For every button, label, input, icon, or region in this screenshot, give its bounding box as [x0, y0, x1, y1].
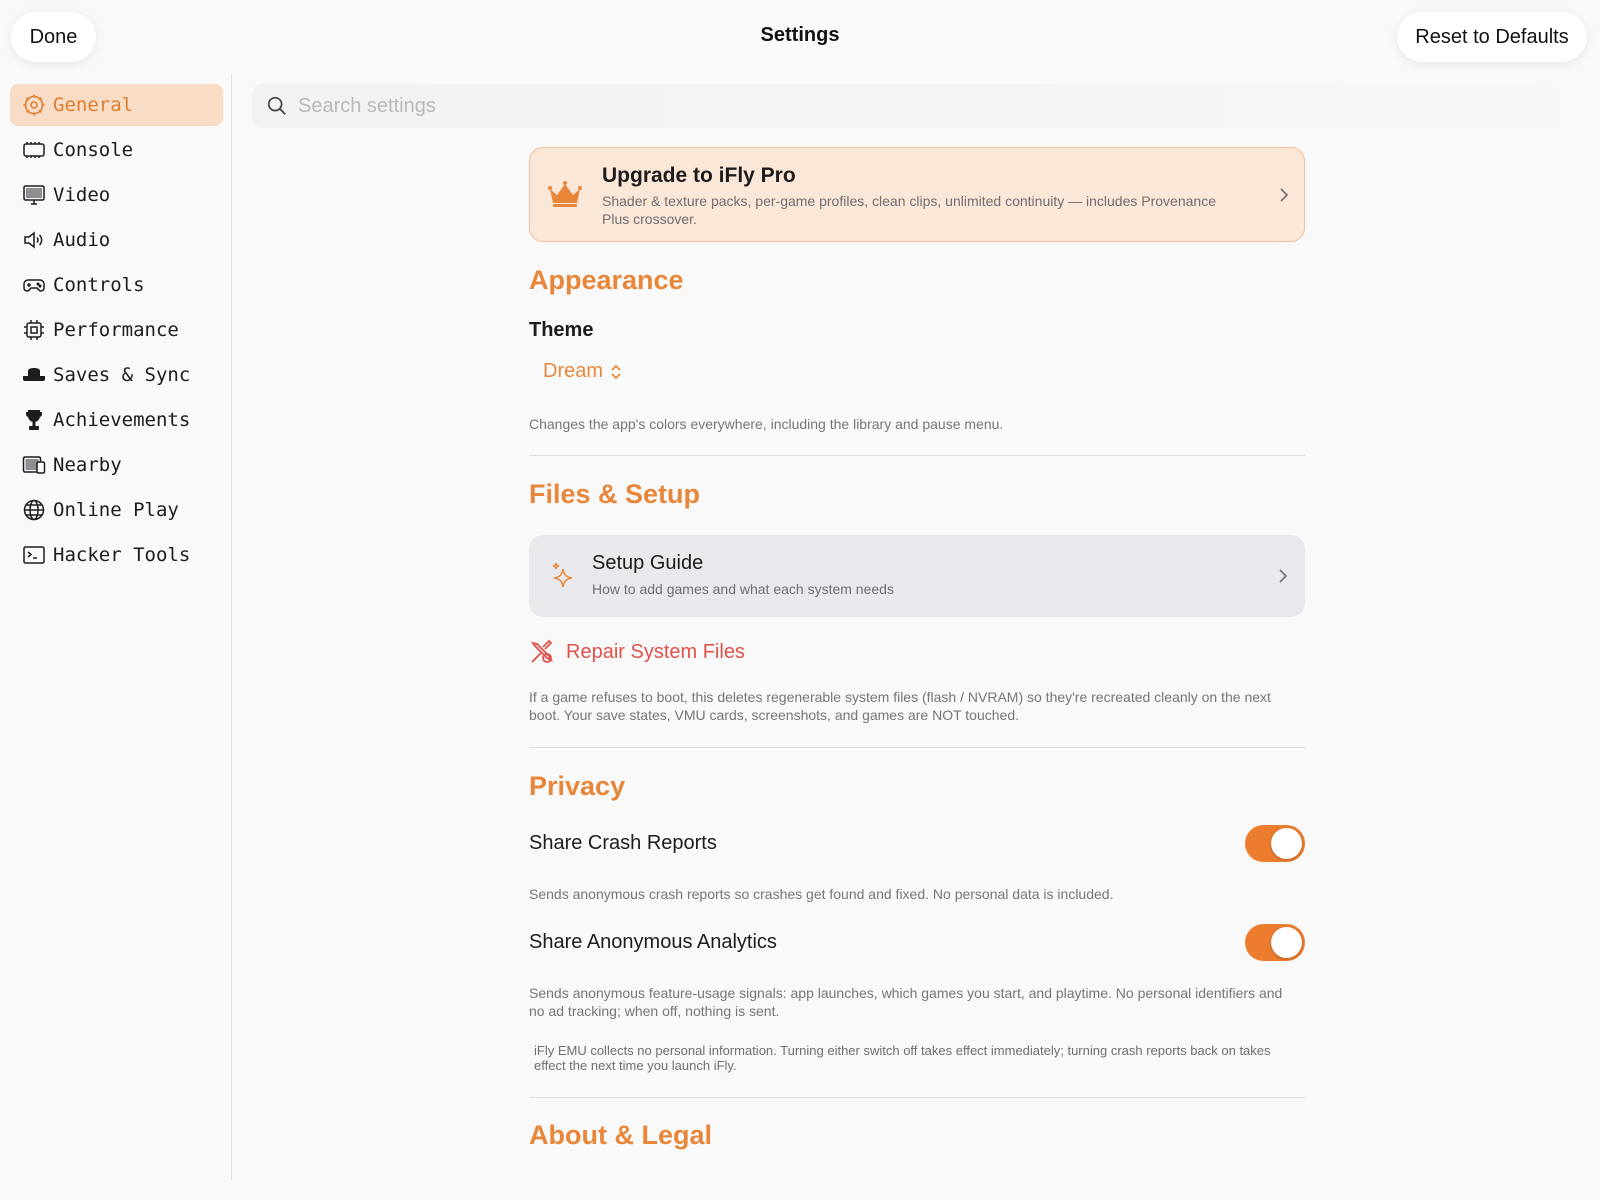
- sidebar-item-label: Online Play: [53, 499, 179, 521]
- sparkles-icon: [552, 562, 573, 588]
- sidebar-item-label: Performance: [53, 319, 179, 341]
- section-title-appearance: Appearance: [529, 265, 684, 295]
- divider: [529, 455, 1305, 456]
- theme-label: Theme: [529, 319, 594, 341]
- section-title-privacy: Privacy: [529, 771, 626, 801]
- crash-reports-toggle[interactable]: [1245, 825, 1305, 862]
- crown-icon: [548, 181, 582, 207]
- sidebar-item-label: General: [53, 94, 134, 116]
- sidebar-item-performance[interactable]: Performance: [10, 309, 223, 351]
- crash-reports-caption: Sends anonymous crash reports so crashes…: [529, 886, 1114, 902]
- sidebar-item-label: Audio: [53, 229, 111, 251]
- sidebar-item-console[interactable]: Console: [10, 129, 223, 171]
- analytics-toggle[interactable]: [1245, 924, 1305, 961]
- wrench-screwdriver-icon: [530, 639, 554, 663]
- sidebar-item-online-play[interactable]: Online Play: [10, 489, 223, 531]
- page-title: Settings: [760, 24, 840, 46]
- sidebar-item-label: Nearby: [53, 454, 122, 476]
- section-title-files-setup: Files & Setup: [529, 479, 701, 509]
- gamepad-icon: [21, 272, 47, 298]
- sidebar-item-controls[interactable]: Controls: [10, 264, 223, 306]
- search-input[interactable]: [298, 94, 1498, 118]
- repair-label: Repair System Files: [566, 640, 745, 663]
- divider: [529, 747, 1305, 748]
- sidebar-item-label: Video: [53, 184, 111, 206]
- divider: [529, 1097, 1305, 1098]
- upgrade-title: Upgrade to iFly Pro: [602, 164, 796, 187]
- theme-value: Dream: [543, 360, 604, 382]
- sidebar-item-hacker-tools[interactable]: Hacker Tools: [10, 534, 223, 576]
- privacy-footer-note: iFly EMU collects no personal informatio…: [534, 1043, 1271, 1073]
- sidebar-item-label: Achievements: [53, 409, 191, 431]
- analytics-caption: Sends anonymous feature-usage signals: a…: [529, 985, 1283, 1019]
- search-bar: [252, 84, 1582, 128]
- analytics-label: Share Anonymous Analytics: [529, 931, 777, 953]
- sidebar-item-general[interactable]: General: [10, 84, 223, 126]
- search-icon: [267, 96, 286, 115]
- speaker-icon: [21, 227, 47, 253]
- globe-icon: [21, 497, 47, 523]
- repair-system-files-button[interactable]: Repair System Files: [529, 639, 745, 665]
- sidebar-item-label: Hacker Tools: [53, 544, 191, 566]
- setup-guide-subtitle: How to add games and what each system ne…: [592, 581, 894, 597]
- settings-window: Done Settings Reset to Defaults General …: [0, 0, 1600, 1200]
- setup-guide-title: Setup Guide: [592, 552, 704, 574]
- sidebar-item-nearby[interactable]: Nearby: [10, 444, 223, 486]
- chevron-right-icon: [1279, 569, 1288, 583]
- chevron-right-icon: [1280, 188, 1289, 202]
- sidebar-item-audio[interactable]: Audio: [10, 219, 223, 261]
- sidebar-item-label: Controls: [53, 274, 145, 296]
- console-icon: [21, 137, 47, 163]
- crash-reports-label: Share Crash Reports: [529, 832, 717, 854]
- trophy-icon: [21, 407, 47, 433]
- theme-picker[interactable]: Dream: [543, 360, 623, 383]
- setup-guide-card[interactable]: Setup Guide How to add games and what ea…: [529, 535, 1305, 617]
- toggle-knob: [1271, 828, 1302, 859]
- section-title-about-legal: About & Legal: [529, 1120, 712, 1150]
- sidebar-item-achievements[interactable]: Achievements: [10, 399, 223, 441]
- upgrade-pro-banner[interactable]: Upgrade to iFly Pro Shader & texture pac…: [529, 147, 1305, 242]
- upgrade-description: Shader & texture packs, per-game profile…: [602, 193, 1216, 227]
- sidebar-item-label: Saves & Sync: [53, 364, 191, 386]
- theme-caption: Changes the app's colors everywhere, inc…: [529, 416, 1004, 432]
- sidebar-item-saves-sync[interactable]: Saves & Sync: [10, 354, 223, 396]
- reset-to-defaults-button[interactable]: Reset to Defaults: [1397, 12, 1587, 62]
- gear-icon: [21, 92, 47, 118]
- chevron-up-down-icon: [611, 364, 621, 379]
- toggle-knob: [1271, 927, 1302, 958]
- analytics-row: Share Anonymous Analytics: [529, 924, 1305, 962]
- repair-caption: If a game refuses to boot, this deletes …: [529, 689, 1271, 723]
- terminal-icon: [21, 542, 47, 568]
- devices-icon: [21, 452, 47, 478]
- top-bar: Done Settings Reset to Defaults: [0, 0, 1600, 74]
- cpu-icon: [21, 317, 47, 343]
- hat-icon: [21, 362, 47, 388]
- monitor-icon: [21, 182, 47, 208]
- sidebar-item-video[interactable]: Video: [10, 174, 223, 216]
- sidebar-item-label: Console: [53, 139, 134, 161]
- sidebar: General Console Video Audio Controls Per…: [0, 74, 232, 1180]
- crash-reports-row: Share Crash Reports: [529, 825, 1305, 863]
